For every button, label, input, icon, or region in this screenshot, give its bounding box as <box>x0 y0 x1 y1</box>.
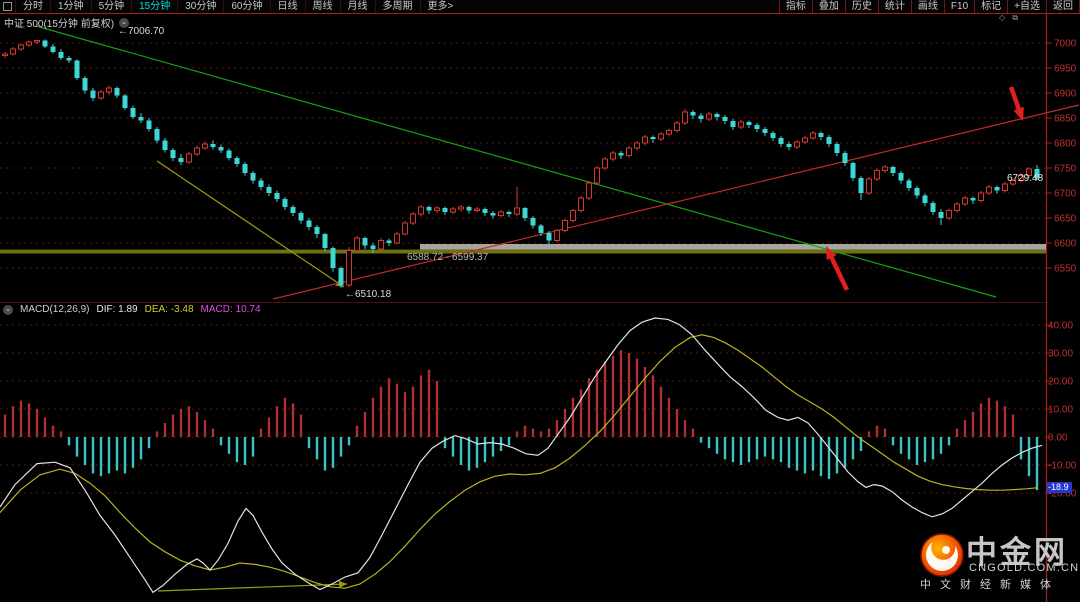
price-axis-label: 6750 <box>1054 164 1077 175</box>
macd-indicator-header: ⌄ MACD(12,26,9) DIF: 1.89 DEA: -3.48 MAC… <box>3 304 261 315</box>
watermark-domain: CNGOLD.COM.CN <box>969 562 1080 574</box>
trading-terminal: 7000 6950 6900 6850 6800 6750 6700 6650 6600 6550… <box>0 0 1080 602</box>
support-zone-label: 6588.72 - 6599.37 <box>407 252 489 263</box>
price-axis-label: 6700 <box>1054 189 1077 200</box>
chevron-down-circle-icon[interactable]: ⌄ <box>119 17 130 28</box>
tool-button-画线[interactable]: 画线 <box>910 0 944 13</box>
price-axis-label: 6850 <box>1054 114 1077 125</box>
tool-button-指标[interactable]: 指标 <box>778 0 812 13</box>
chevron-down-circle-icon[interactable]: ⌄ <box>3 304 13 315</box>
price-axis-label: 6600 <box>1054 239 1077 250</box>
diamond-icon[interactable]: ◇ <box>999 13 1005 22</box>
period-tab-多周期[interactable]: 多周期 <box>374 0 420 13</box>
dea-value-label: DEA: -3.48 <box>144 304 194 315</box>
chart-title-row: 中证 500(15分钟 前复权) ⌄ <box>4 15 130 30</box>
period-tab-周线[interactable]: 周线 <box>304 0 340 13</box>
tool-button-返回[interactable]: 返回 <box>1046 0 1080 13</box>
tool-button-F10[interactable]: F10 <box>943 0 974 13</box>
macd-lines <box>0 317 1043 594</box>
support-bands <box>0 244 1046 254</box>
macd-params-label: MACD(12,26,9) <box>20 304 90 315</box>
price-axis-label: 6950 <box>1054 64 1077 75</box>
window-icon[interactable] <box>3 2 12 11</box>
macd-axis-label: 10.00 <box>1048 405 1073 416</box>
tool-button-+自选[interactable]: +自选 <box>1007 0 1046 13</box>
period-tab-月线[interactable]: 月线 <box>339 0 375 13</box>
low-price-label: ←6510.18 <box>345 289 392 300</box>
tool-button-历史[interactable]: 历史 <box>844 0 878 13</box>
period-tab-5分钟[interactable]: 5分钟 <box>90 0 132 13</box>
watermark-tagline: 中文财经新媒体 <box>920 579 1060 591</box>
last-price-label: 6729.48 <box>1007 173 1044 184</box>
annotation-arrows <box>826 86 1024 291</box>
price-axis-label: 7000 <box>1054 39 1077 50</box>
macd-axis-label: 20.00 <box>1048 377 1073 388</box>
price-axis-label: 6550 <box>1054 264 1077 275</box>
page-title: 中证 500(15分钟 前复权) <box>4 19 115 30</box>
tool-button-统计[interactable]: 统计 <box>877 0 911 13</box>
macd-histogram <box>3 350 1039 491</box>
period-tab-日线[interactable]: 日线 <box>269 0 305 13</box>
price-axis-label: 6900 <box>1054 89 1077 100</box>
period-tab-15分钟[interactable]: 15分钟 <box>131 0 177 13</box>
window-restore-icon[interactable]: ⧉ <box>1012 13 1018 22</box>
tool-button-叠加[interactable]: 叠加 <box>811 0 845 13</box>
period-menu: 分时 1分钟 5分钟 15分钟 30分钟 60分钟 日线 周线 月线 多周期 更多> <box>15 0 460 13</box>
price-axis-label: 6800 <box>1054 139 1077 150</box>
title-corner-icons: ◇ ⧉ <box>999 13 1023 23</box>
tools-menu: 指标 叠加 历史 统计 画线 F10 标记 +自选 返回 <box>778 0 1080 13</box>
period-tab-30分钟[interactable]: 30分钟 <box>177 0 223 13</box>
chart-canvas[interactable]: 7000 6950 6900 6850 6800 6750 6700 6650 6600 6550… <box>0 0 1080 602</box>
tool-button-标记[interactable]: 标记 <box>974 0 1007 13</box>
axis-labels: 7000 6950 6900 6850 6800 6750 6700 6650 6600 6550… <box>1048 39 1077 500</box>
cngold-logo-icon <box>920 533 964 577</box>
macd-axis-label: -10.00 <box>1048 461 1077 472</box>
top-menu-bar: 分时 1分钟 5分钟 15分钟 30分钟 60分钟 日线 周线 月线 多周期 更多> 指标 叠加 历史统… <box>0 0 1080 13</box>
macd-current-value-badge: -18.9 <box>1047 482 1072 493</box>
period-tab-60分钟[interactable]: 60分钟 <box>223 0 269 13</box>
macd-axis-label: 0.00 <box>1048 433 1068 444</box>
period-tab-分时[interactable]: 分时 <box>15 0 50 13</box>
macd-axis-label: 40.00 <box>1048 321 1073 332</box>
period-tab-更多>[interactable]: 更多> <box>419 0 461 13</box>
macd-value-label: MACD: 10.74 <box>200 304 261 315</box>
dif-value-label: DIF: 1.89 <box>96 304 138 315</box>
period-tab-1分钟[interactable]: 1分钟 <box>50 0 91 13</box>
macd-axis-label: 30.00 <box>1048 349 1073 360</box>
price-axis-label: 6650 <box>1054 214 1077 225</box>
